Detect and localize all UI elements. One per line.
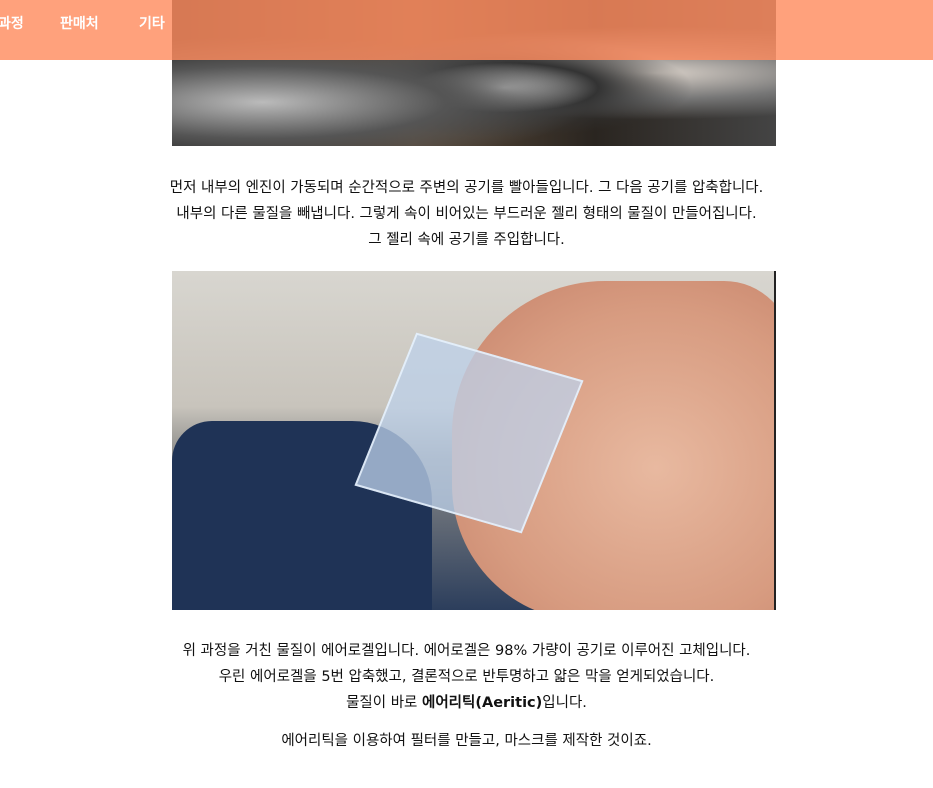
paragraph-engine: 먼저 내부의 엔진이 가동되며 순간적으로 주변의 공기를 빨아들입니다. 그 …: [0, 175, 933, 253]
text-line: 물질이 바로 에어리틱(Aeritic)입니다.: [0, 690, 933, 716]
text-line: 먼저 내부의 엔진이 가동되며 순간적으로 주변의 공기를 빨아들입니다. 그 …: [169, 180, 764, 196]
nav-item-process[interactable]: 과정: [0, 13, 24, 33]
paragraph-filter: 에어리틱을 이용하여 필터를 만들고, 마스크를 제작한 것이죠.: [281, 733, 652, 749]
top-nav: 과정 판매처 기타: [0, 0, 933, 60]
paragraph-aerogel: 위 과정을 거친 물질이 에어로겔입니다. 에어로겔은 98% 가량이 공기로 …: [0, 638, 933, 716]
text: 입니다.: [542, 695, 587, 711]
text-line: 우린 에어로겔을 5번 압축했고, 결론적으로 반투명하고 얇은 막을 얻게되었…: [218, 669, 715, 685]
text-line: 위 과정을 거친 물질이 에어로겔입니다. 에어로겔은 98% 가량이 공기로 …: [182, 643, 751, 659]
text-line: 그 젤리 속에 공기를 주입합니다.: [368, 232, 565, 248]
product-name: 에어리틱(Aeritic): [421, 695, 543, 711]
nav-item-store[interactable]: 판매처: [60, 13, 99, 33]
text-line: 내부의 다른 물질을 빼냅니다. 그렇게 속이 비어있는 부드러운 젤리 형태의…: [176, 206, 757, 222]
nav-item-etc[interactable]: 기타: [139, 13, 165, 33]
text: 물질이 바로: [346, 695, 422, 711]
aerogel-hand-image: [172, 271, 776, 610]
